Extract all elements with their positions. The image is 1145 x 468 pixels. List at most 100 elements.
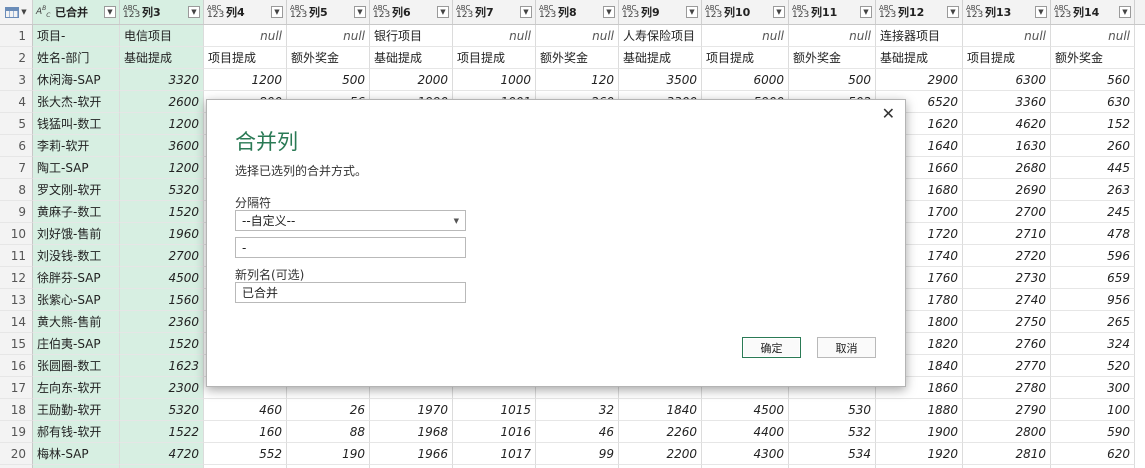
column-header-10[interactable]: ABC 123 列12 ▼ [876, 0, 963, 24]
table-cell[interactable]: 1900 [876, 421, 963, 443]
column-filter-dropdown-icon[interactable]: ▼ [437, 6, 449, 18]
table-cell[interactable]: 3500 [619, 69, 702, 91]
table-cell[interactable]: 项目提成 [204, 47, 287, 69]
table-cell[interactable]: 黄大熊-售前 [33, 311, 120, 333]
table-cell[interactable]: 2900 [876, 69, 963, 91]
table-cell[interactable]: 2200 [619, 443, 702, 465]
table-cell[interactable]: 620 [1051, 443, 1135, 465]
table-cell[interactable]: 245 [1051, 201, 1135, 223]
column-filter-dropdown-icon[interactable]: ▼ [104, 6, 116, 18]
table-cell[interactable]: 基础提成 [370, 47, 453, 69]
column-filter-dropdown-icon[interactable]: ▼ [271, 6, 283, 18]
table-cell[interactable]: 电信项目 [120, 25, 204, 47]
table-cell[interactable]: 260 [1051, 135, 1135, 157]
table-cell[interactable]: 1880 [876, 399, 963, 421]
table-cell[interactable]: 460 [204, 399, 287, 421]
row-number[interactable]: 2 [0, 47, 33, 69]
row-number[interactable]: 3 [0, 69, 33, 91]
column-header-11[interactable]: ABC 123 列13 ▼ [963, 0, 1051, 24]
table-cell[interactable]: 项目- [33, 25, 120, 47]
table-cell[interactable]: 郝有钱-软开 [33, 421, 120, 443]
table-cell[interactable]: 500 [287, 69, 370, 91]
table-cell[interactable]: 罗文刚-软开 [33, 179, 120, 201]
table-cell[interactable]: 2700 [963, 201, 1051, 223]
table-cell[interactable]: 6300 [963, 69, 1051, 91]
table-cell[interactable]: 1968 [370, 421, 453, 443]
table-cell[interactable]: 连接器项目 [876, 25, 963, 47]
table-cell[interactable]: 2750 [963, 311, 1051, 333]
table-cell[interactable]: 534 [789, 443, 876, 465]
table-cell[interactable]: 额外奖金 [1051, 47, 1135, 69]
table-cell[interactable]: 1970 [370, 399, 453, 421]
new-column-name-input[interactable] [235, 282, 466, 303]
table-cell[interactable]: 银行项目 [370, 25, 453, 47]
row-number[interactable]: 19 [0, 421, 33, 443]
table-cell[interactable]: 1630 [963, 135, 1051, 157]
table-cell[interactable]: 1200 [120, 113, 204, 135]
table-cell[interactable]: null [789, 25, 876, 47]
table-cell[interactable]: 1016 [453, 421, 536, 443]
table-cell[interactable]: 2770 [963, 355, 1051, 377]
table-cell[interactable]: 26 [287, 399, 370, 421]
table-cell[interactable]: 152 [1051, 113, 1135, 135]
column-header-3[interactable]: ABC 123 列5 ▼ [287, 0, 370, 24]
table-cell[interactable]: 1200 [120, 157, 204, 179]
table-cell[interactable]: 4720 [120, 443, 204, 465]
column-filter-dropdown-icon[interactable]: ▼ [860, 6, 872, 18]
table-cell[interactable]: 2600 [120, 91, 204, 113]
table-cell[interactable]: 2260 [619, 421, 702, 443]
table-cell[interactable]: 263 [1051, 179, 1135, 201]
separator-select[interactable]: --自定义-- ▼ [235, 210, 466, 231]
table-cell[interactable]: 2760 [963, 333, 1051, 355]
table-cell[interactable]: 2690 [963, 179, 1051, 201]
table-cell[interactable]: 刘没钱-数工 [33, 245, 120, 267]
table-cell[interactable]: 刘好饿-售前 [33, 223, 120, 245]
table-cell[interactable]: 445 [1051, 157, 1135, 179]
row-number[interactable]: 15 [0, 333, 33, 355]
table-menu-button[interactable]: ▼ [0, 0, 33, 24]
table-cell[interactable]: 300 [1051, 377, 1135, 399]
row-number[interactable]: 10 [0, 223, 33, 245]
table-cell[interactable]: 额外奖金 [536, 47, 619, 69]
table-cell[interactable]: 张大杰-软开 [33, 91, 120, 113]
table-cell[interactable]: 1960 [120, 223, 204, 245]
table-cell[interactable]: 张紫心-SAP [33, 289, 120, 311]
table-cell[interactable]: 530 [789, 399, 876, 421]
table-cell[interactable]: 1017 [453, 443, 536, 465]
close-icon[interactable]: ✕ [882, 104, 895, 123]
table-cell[interactable]: 32 [536, 399, 619, 421]
column-filter-dropdown-icon[interactable]: ▼ [947, 6, 959, 18]
table-cell[interactable]: 532 [789, 421, 876, 443]
row-number[interactable]: 20 [0, 443, 33, 465]
table-cell[interactable]: 520 [1051, 355, 1135, 377]
table-cell[interactable]: 99 [536, 443, 619, 465]
table-cell[interactable]: 478 [1051, 223, 1135, 245]
table-cell[interactable]: 5320 [120, 179, 204, 201]
table-cell[interactable]: 1560 [120, 289, 204, 311]
column-header-9[interactable]: ABC 123 列11 ▼ [789, 0, 876, 24]
table-cell[interactable]: 2800 [963, 421, 1051, 443]
table-cell[interactable]: 1920 [876, 443, 963, 465]
table-cell[interactable]: 1000 [453, 69, 536, 91]
row-number[interactable]: 12 [0, 267, 33, 289]
table-cell[interactable]: 3320 [120, 69, 204, 91]
table-cell[interactable]: 李莉-软开 [33, 135, 120, 157]
table-cell[interactable]: 钱猛叫-数工 [33, 113, 120, 135]
table-cell[interactable]: 1623 [120, 355, 204, 377]
table-cell[interactable]: null [1051, 25, 1135, 47]
column-header-0[interactable]: ABC 已合并 ▼ [33, 0, 120, 24]
table-cell[interactable]: 552 [204, 443, 287, 465]
column-filter-dropdown-icon[interactable]: ▼ [1119, 6, 1131, 18]
table-cell[interactable]: 324 [1051, 333, 1135, 355]
table-cell[interactable]: 项目提成 [453, 47, 536, 69]
table-cell[interactable]: 梅林-SAP [33, 443, 120, 465]
table-cell[interactable]: 160 [204, 421, 287, 443]
column-filter-dropdown-icon[interactable]: ▼ [188, 6, 200, 18]
table-cell[interactable]: 项目提成 [702, 47, 789, 69]
table-cell[interactable]: 2810 [963, 443, 1051, 465]
column-header-12[interactable]: ABC 123 列14 ▼ [1051, 0, 1135, 24]
column-filter-dropdown-icon[interactable]: ▼ [354, 6, 366, 18]
row-number[interactable]: 7 [0, 157, 33, 179]
table-cell[interactable]: null [453, 25, 536, 47]
table-cell[interactable]: null [536, 25, 619, 47]
